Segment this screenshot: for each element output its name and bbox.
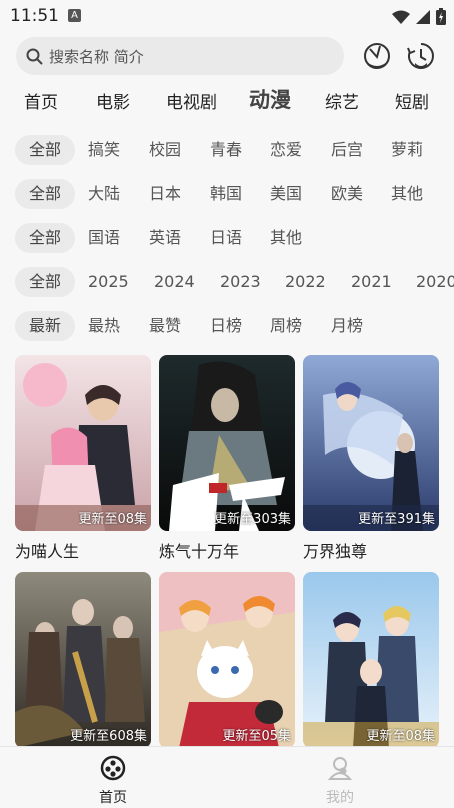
filter-chip-region[interactable]: 韩国 — [210, 179, 242, 209]
filter-chip-region[interactable]: 大陆 — [88, 179, 120, 209]
battery-icon — [436, 8, 446, 25]
tab-home[interactable]: 首页 — [24, 88, 58, 113]
filter-chip-year-all[interactable]: 全部 — [15, 267, 75, 297]
tab-variety[interactable]: 综艺 — [325, 88, 359, 113]
episode-badge: 更新至608集 — [70, 729, 147, 744]
filter-chip-sort[interactable]: 周榜 — [270, 311, 302, 341]
filter-chip-year[interactable]: 2022 — [285, 267, 326, 297]
poster-image: 更新至05集 — [159, 572, 295, 748]
search-input[interactable]: 搜索名称 简介 — [16, 37, 344, 75]
filter-chip-year[interactable]: 2021 — [351, 267, 392, 297]
main-category-tabs: 首页 电影 电视剧 动漫 综艺 短剧 — [0, 82, 454, 118]
filter-chip-sort[interactable]: 日榜 — [210, 311, 242, 341]
filter-chip-region[interactable]: 其他 — [391, 179, 423, 209]
filter-chip-year[interactable]: 2024 — [154, 267, 195, 297]
filter-chip-sort-latest[interactable]: 最新 — [15, 311, 75, 341]
search-placeholder: 搜索名称 简介 — [49, 47, 144, 66]
filter-language-row: 全部 国语 英语 日语 其他 — [0, 221, 454, 255]
filter-region-row: 全部 大陆 日本 韩国 美国 欧美 其他 — [0, 177, 454, 211]
poster-image: 更新至391集 — [303, 355, 439, 531]
history-clock-icon[interactable] — [405, 40, 437, 72]
filter-chip-genre[interactable]: 萝莉 — [391, 135, 423, 165]
filter-year-row: 全部 2025 2024 2023 2022 2021 2020 — [0, 265, 454, 299]
anime-card[interactable]: 更新至303集 炼气十万年 — [159, 355, 295, 562]
nav-profile[interactable]: 我的 — [310, 755, 370, 807]
episode-badge: 更新至391集 — [358, 512, 435, 527]
poster-image: 更新至608集 — [15, 572, 151, 748]
filter-chip-region[interactable]: 欧美 — [331, 179, 363, 209]
filter-chip-year[interactable]: 2023 — [220, 267, 261, 297]
card-title: 为喵人生 — [15, 542, 80, 561]
filter-chip-language[interactable]: 国语 — [88, 223, 120, 253]
filter-chip-genre-all[interactable]: 全部 — [15, 135, 75, 165]
filter-chip-region[interactable]: 日本 — [149, 179, 181, 209]
episode-badge: 更新至08集 — [78, 512, 147, 527]
card-title: 万界独尊 — [303, 542, 368, 561]
nav-profile-label: 我的 — [326, 790, 354, 806]
filter-chip-genre[interactable]: 后宫 — [331, 135, 363, 165]
nav-home[interactable]: 首页 — [83, 755, 143, 807]
filter-chip-genre[interactable]: 校园 — [149, 135, 181, 165]
filter-chip-language[interactable]: 其他 — [270, 223, 302, 253]
profile-icon — [327, 757, 353, 780]
status-time: 11:51 — [10, 6, 59, 26]
filter-chip-region[interactable]: 美国 — [270, 179, 302, 209]
filter-chip-genre[interactable]: 青春 — [210, 135, 242, 165]
episode-badge: 更新至05集 — [222, 729, 291, 744]
anime-card[interactable]: 更新至391集 万界独尊 — [303, 355, 439, 562]
tab-movies[interactable]: 电影 — [96, 88, 130, 113]
poster-image: 更新至303集 — [159, 355, 295, 531]
filter-chip-language-all[interactable]: 全部 — [15, 223, 75, 253]
status-bar: 11:51 A — [0, 0, 454, 32]
anime-card[interactable]: 更新至08集 — [303, 572, 439, 748]
poster-image: 更新至08集 — [15, 355, 151, 531]
episode-badge: 更新至303集 — [214, 512, 291, 527]
filter-genre-row: 全部 搞笑 校园 青春 恋爱 后宫 萝莉 — [0, 133, 454, 167]
filter-chip-language[interactable]: 英语 — [149, 223, 181, 253]
filter-chip-sort[interactable]: 月榜 — [331, 311, 363, 341]
episode-badge: 更新至08集 — [366, 729, 435, 744]
poster-image: 更新至08集 — [303, 572, 439, 748]
anime-card[interactable]: 更新至05集 — [159, 572, 295, 748]
search-icon — [26, 48, 43, 64]
tab-short-drama[interactable]: 短剧 — [395, 88, 429, 113]
notification-icon: A — [68, 9, 81, 22]
wifi-icon — [392, 10, 410, 24]
bottom-navigation: 首页 我的 — [0, 746, 454, 808]
search-row: 搜索名称 简介 — [16, 37, 438, 75]
filter-chip-genre[interactable]: 搞笑 — [88, 135, 120, 165]
filter-sort-row: 最新 最热 最赞 日榜 周榜 月榜 — [0, 309, 454, 343]
filter-chip-sort[interactable]: 最热 — [88, 311, 120, 341]
filter-chip-language[interactable]: 日语 — [210, 223, 242, 253]
signal-icon — [416, 9, 430, 24]
filter-chip-sort[interactable]: 最赞 — [149, 311, 181, 341]
filter-chip-year[interactable]: 2020 — [416, 267, 454, 297]
status-indicators — [392, 8, 446, 25]
filter-chip-genre[interactable]: 恋爱 — [270, 135, 302, 165]
home-film-reel-icon — [100, 755, 126, 781]
filter-chip-region-all[interactable]: 全部 — [15, 179, 75, 209]
filter-chip-year[interactable]: 2025 — [88, 267, 129, 297]
card-title: 炼气十万年 — [159, 542, 240, 561]
nav-home-label: 首页 — [99, 790, 127, 806]
anime-card[interactable]: 更新至08集 为喵人生 — [15, 355, 151, 562]
tab-anime[interactable]: 动漫 — [249, 84, 291, 114]
playback-history-icon[interactable] — [361, 40, 393, 72]
anime-card[interactable]: 更新至608集 — [15, 572, 151, 748]
tab-tv-series[interactable]: 电视剧 — [166, 88, 217, 113]
